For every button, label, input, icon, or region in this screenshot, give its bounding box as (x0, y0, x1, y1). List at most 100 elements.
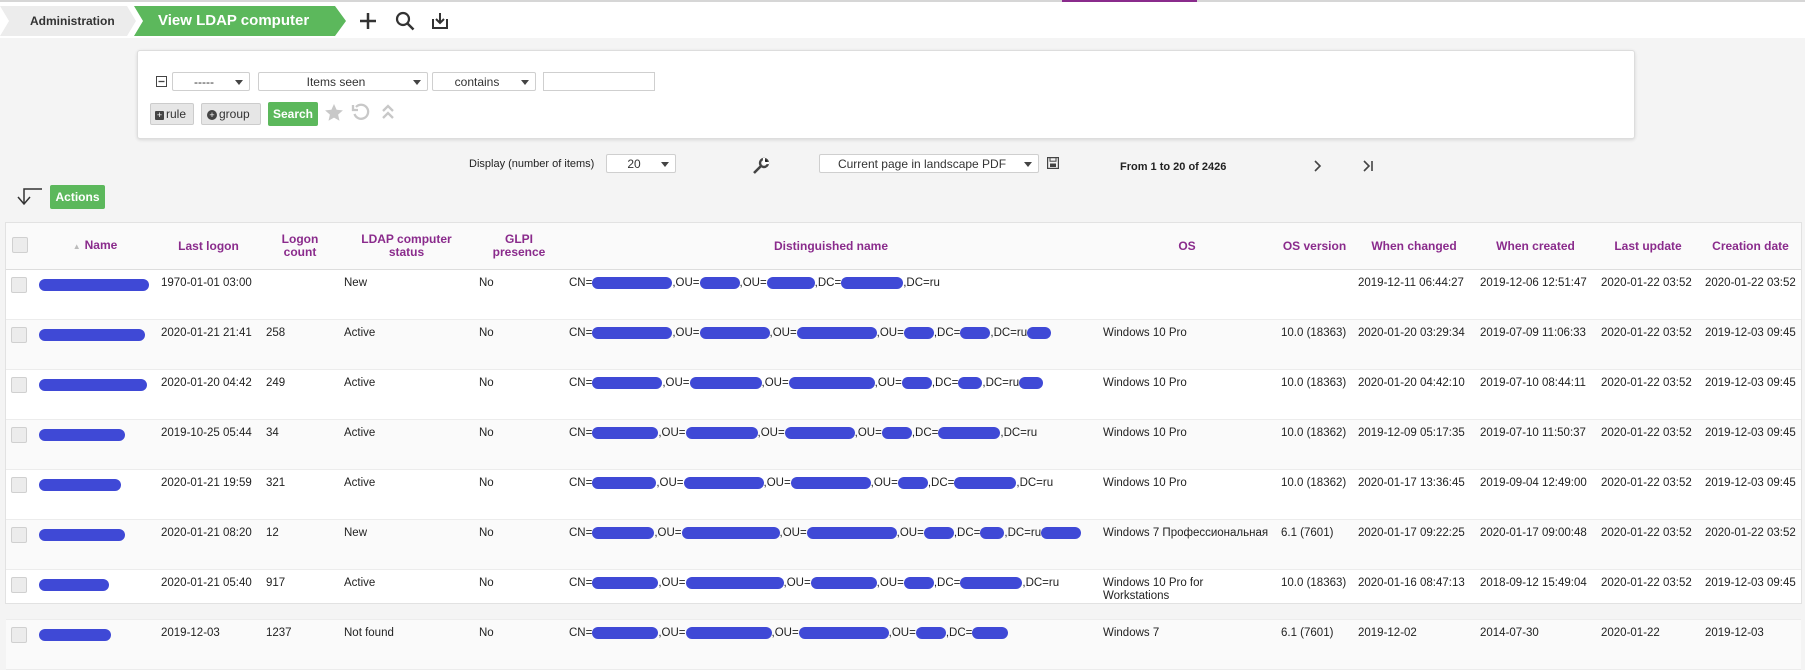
cell-name[interactable] (34, 319, 156, 370)
criterion-select[interactable]: Items seen (258, 72, 428, 91)
select-all-checkbox[interactable] (12, 236, 28, 253)
column-header-ldap-status[interactable]: LDAP computer status (339, 223, 474, 270)
table-row[interactable]: 2019-12-03 1237 Not found No CN= ,OU= ,OU= ,OU=… (6, 619, 1801, 670)
row-select-cell (6, 419, 34, 470)
dn-segment: CN= (569, 427, 593, 440)
redacted-text (592, 327, 673, 339)
cell-text: 2020-01-22 03:52 (1601, 527, 1692, 539)
row-checkbox[interactable] (11, 377, 27, 393)
redacted-name-link[interactable] (39, 329, 145, 341)
column-header-name[interactable]: ▲ Name (34, 223, 156, 270)
row-checkbox[interactable] (11, 527, 27, 543)
field-type-select[interactable]: ----- (172, 72, 250, 91)
table-row[interactable]: 2020-01-21 08:20 12 New No CN= ,OU= ,OU= ,OU= ,D… (6, 519, 1801, 570)
row-checkbox[interactable] (11, 477, 27, 493)
cell-when-created: 2014-07-30 (1475, 619, 1596, 670)
wrench-icon[interactable] (752, 157, 770, 175)
column-header-when-created[interactable]: When created (1475, 223, 1596, 270)
cell-name[interactable] (34, 269, 156, 320)
dn-segment: ,DC= (931, 377, 959, 390)
cell-text: 2019-07-09 11:06:33 (1480, 327, 1586, 339)
page-size-select[interactable]: 20 (606, 154, 676, 173)
plus-icon[interactable] (357, 10, 379, 32)
redacted-name-link[interactable] (39, 279, 149, 291)
cell-last-update: 2020-01-22 03:52 (1596, 469, 1700, 520)
table-row[interactable]: 2020-01-21 05:40 917 Active No CN= ,OU= ,OU= ,O… (6, 569, 1801, 620)
table-row[interactable]: 2020-01-21 21:41 258 Active No CN= ,OU= ,OU= ,O… (6, 319, 1801, 370)
export-format-select[interactable]: Current page in landscape PDF (819, 154, 1039, 173)
reset-icon[interactable] (351, 102, 371, 122)
table-row[interactable]: 1970-01-01 03:00 New No CN= ,OU= ,OU= ,DC= ,DC=… (6, 269, 1801, 320)
cell-text: 2020-01-22 03:52 (1705, 527, 1796, 539)
row-checkbox[interactable] (11, 577, 27, 593)
cell-os: Windows 10 Pro (1098, 369, 1276, 420)
collapse-criteria-icon[interactable] (156, 76, 167, 87)
table-row[interactable]: 2019-10-25 05:44 34 Active No CN= ,OU= ,OU= ,OU… (6, 419, 1801, 470)
operator-select[interactable]: contains (432, 72, 536, 91)
breadcrumb-current[interactable]: View LDAP computer (134, 6, 346, 36)
column-header-creation-date[interactable]: Creation date (1700, 223, 1801, 270)
redacted-text (1027, 327, 1052, 339)
redacted-name-link[interactable] (39, 429, 125, 441)
column-header-logon-count[interactable]: Logon count (261, 223, 339, 270)
cell-when-changed: 2020-01-20 04:42:10 (1353, 369, 1475, 420)
cell-text: Windows 7 (1103, 627, 1160, 639)
add-rule-button[interactable]: + rule (150, 103, 194, 125)
search-icon[interactable] (394, 10, 416, 32)
table-row[interactable]: 2020-01-21 19:59 321 Active No CN= ,OU= ,OU= ,O… (6, 469, 1801, 520)
cell-text: 2019-12-03 (1705, 627, 1764, 639)
table-row[interactable]: 2020-01-20 04:42 249 Active No CN= ,OU= ,OU= ,O… (6, 369, 1801, 420)
cell-last-update: 2020-01-22 03:52 (1596, 369, 1700, 420)
column-header-distinguished-name[interactable]: Distinguished name (564, 223, 1098, 270)
redacted-text (766, 277, 815, 289)
row-checkbox[interactable] (11, 627, 27, 643)
row-checkbox[interactable] (11, 327, 27, 343)
redacted-text (923, 527, 954, 539)
column-header-os-version[interactable]: OS version (1276, 223, 1353, 270)
column-header-last-update[interactable]: Last update (1596, 223, 1700, 270)
cell-text: 2020-01-22 03:52 (1601, 577, 1692, 589)
field-type-value: ----- (194, 75, 214, 89)
cell-name[interactable] (34, 569, 156, 620)
cell-name[interactable] (34, 519, 156, 570)
cell-name[interactable] (34, 469, 156, 520)
last-page-icon[interactable] (1362, 159, 1376, 173)
fold-all-icon[interactable] (380, 103, 396, 121)
column-header-os[interactable]: OS (1098, 223, 1276, 270)
cell-text: No (479, 527, 494, 539)
column-header-last-logon[interactable]: Last logon (156, 223, 261, 270)
cell-text: 2020-01-21 19:59 (161, 477, 252, 489)
redacted-text (938, 427, 1001, 439)
search-button[interactable]: Search (268, 102, 318, 126)
redacted-name-link[interactable] (39, 579, 109, 591)
redacted-name-link[interactable] (39, 629, 111, 641)
download-icon[interactable] (429, 10, 451, 32)
cell-name[interactable] (34, 619, 156, 670)
cell-name[interactable] (34, 419, 156, 470)
cell-last-logon: 2020-01-20 04:42 (156, 369, 261, 420)
row-checkbox[interactable] (11, 427, 27, 443)
star-icon[interactable] (323, 102, 345, 124)
redacted-name-link[interactable] (39, 529, 125, 541)
cell-name[interactable] (34, 369, 156, 420)
cell-creation-date: 2020-01-22 03:52 (1700, 269, 1801, 320)
breadcrumb-administration[interactable]: Administration (0, 6, 136, 36)
cell-text: 1970-01-01 03:00 (161, 277, 252, 289)
column-header-glpi-presence[interactable]: GLPI presence (474, 223, 564, 270)
redacted-text (980, 527, 1005, 539)
chevron-down-icon (413, 80, 421, 85)
redacted-name-link[interactable] (39, 379, 147, 391)
column-header-when-changed[interactable]: When changed (1353, 223, 1475, 270)
cell-os-version: 6.1 (7601) (1276, 619, 1353, 670)
criterion-value-input[interactable] (543, 72, 655, 91)
redacted-name-link[interactable] (39, 479, 121, 491)
table-header-row: ▲ Name Last logon Logon count LDAP comput… (6, 223, 1801, 270)
cell-text: 6.1 (7601) (1281, 527, 1334, 539)
row-checkbox[interactable] (11, 277, 27, 293)
next-page-icon[interactable] (1312, 159, 1324, 173)
actions-button[interactable]: Actions (50, 185, 105, 209)
save-export-icon[interactable] (1047, 157, 1059, 169)
redacted-text (592, 577, 659, 589)
dn-segment: ,OU= (888, 627, 916, 640)
add-group-button[interactable]: + group (201, 103, 261, 125)
